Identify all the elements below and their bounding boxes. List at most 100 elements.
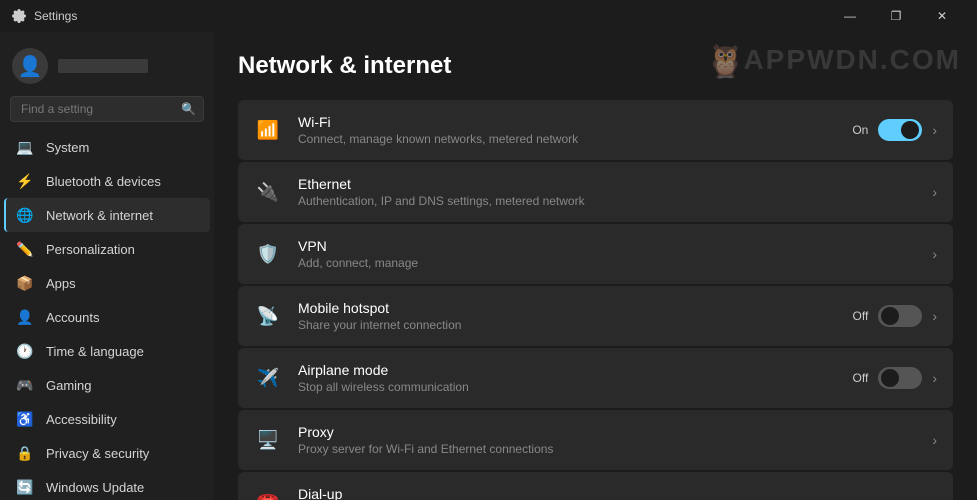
proxy-text: Proxy Proxy server for Wi-Fi and Etherne… xyxy=(298,424,916,456)
search-box: 🔍 xyxy=(10,96,204,122)
accounts-icon: 👤 xyxy=(16,308,34,326)
settings-window-icon xyxy=(12,9,26,23)
toggle-label-hotspot: Off xyxy=(853,309,869,323)
toggle-knob-hotspot xyxy=(881,307,899,325)
vpn-right: › xyxy=(932,246,937,262)
settings-item-dialup[interactable]: ☎️ Dial-up Set up a dial-up internet con… xyxy=(238,472,953,500)
sidebar-item-system[interactable]: 💻 System xyxy=(4,130,210,164)
title-bar: Settings — ❐ ✕ xyxy=(0,0,977,32)
system-icon: 💻 xyxy=(16,138,34,156)
gaming-icon: 🎮 xyxy=(16,376,34,394)
proxy-right: › xyxy=(932,432,937,448)
avatar: 👤 xyxy=(12,48,48,84)
proxy-title: Proxy xyxy=(298,424,916,440)
chevron-ethernet: › xyxy=(932,184,937,200)
sidebar-item-personalization[interactable]: ✏️ Personalization xyxy=(4,232,210,266)
network-icon: 🌐 xyxy=(16,206,34,224)
dialup-icon: ☎️ xyxy=(254,488,282,500)
watermark-owl: 🦉 xyxy=(705,42,745,80)
vpn-title: VPN xyxy=(298,238,916,254)
sidebar-item-label-time: Time & language xyxy=(46,344,144,359)
vpn-icon: 🛡️ xyxy=(254,240,282,268)
airplane-title: Airplane mode xyxy=(298,362,837,378)
sidebar-item-label-accounts: Accounts xyxy=(46,310,99,325)
chevron-hotspot: › xyxy=(932,308,937,324)
chevron-dialup: › xyxy=(932,494,937,500)
vpn-text: VPN Add, connect, manage xyxy=(298,238,916,270)
settings-item-proxy[interactable]: 🖥️ Proxy Proxy server for Wi-Fi and Ethe… xyxy=(238,410,953,470)
close-button[interactable]: ✕ xyxy=(919,0,965,32)
hotspot-right: Off › xyxy=(853,305,937,327)
watermark-text: APPWDN.COM xyxy=(743,44,961,75)
title-bar-controls: — ❐ ✕ xyxy=(827,0,965,32)
sidebar-item-accessibility[interactable]: ♿ Accessibility xyxy=(4,402,210,436)
sidebar-profile: 👤 xyxy=(0,40,214,96)
airplane-icon: ✈️ xyxy=(254,364,282,392)
dialup-right: › xyxy=(932,494,937,500)
chevron-airplane: › xyxy=(932,370,937,386)
sidebar: 👤 🔍 💻 System ⚡ Bluetooth & devices 🌐 Net… xyxy=(0,32,214,500)
update-icon: 🔄 xyxy=(16,478,34,496)
settings-item-airplane[interactable]: ✈️ Airplane mode Stop all wireless commu… xyxy=(238,348,953,408)
sidebar-item-label-accessibility: Accessibility xyxy=(46,412,117,427)
profile-name xyxy=(58,59,148,73)
personalization-icon: ✏️ xyxy=(16,240,34,258)
sidebar-item-bluetooth[interactable]: ⚡ Bluetooth & devices xyxy=(4,164,210,198)
maximize-button[interactable]: ❐ xyxy=(873,0,919,32)
search-icon: 🔍 xyxy=(181,102,196,116)
chevron-wifi: › xyxy=(932,122,937,138)
chevron-vpn: › xyxy=(932,246,937,262)
settings-item-hotspot[interactable]: 📡 Mobile hotspot Share your internet con… xyxy=(238,286,953,346)
minimize-button[interactable]: — xyxy=(827,0,873,32)
toggle-knob-airplane xyxy=(881,369,899,387)
avatar-icon: 👤 xyxy=(18,54,43,79)
sidebar-item-label-system: System xyxy=(46,140,89,155)
wifi-icon: 📶 xyxy=(254,116,282,144)
hotspot-title: Mobile hotspot xyxy=(298,300,837,316)
sidebar-item-update[interactable]: 🔄 Windows Update xyxy=(4,470,210,500)
sidebar-item-apps[interactable]: 📦 Apps xyxy=(4,266,210,300)
toggle-airplane[interactable] xyxy=(878,367,922,389)
apps-icon: 📦 xyxy=(16,274,34,292)
toggle-knob-wifi xyxy=(901,121,919,139)
sidebar-item-label-gaming: Gaming xyxy=(46,378,92,393)
sidebar-item-accounts[interactable]: 👤 Accounts xyxy=(4,300,210,334)
wifi-right: On › xyxy=(852,119,937,141)
proxy-desc: Proxy server for Wi-Fi and Ethernet conn… xyxy=(298,442,916,456)
sidebar-item-gaming[interactable]: 🎮 Gaming xyxy=(4,368,210,402)
sidebar-item-time[interactable]: 🕐 Time & language xyxy=(4,334,210,368)
bluetooth-icon: ⚡ xyxy=(16,172,34,190)
settings-item-vpn[interactable]: 🛡️ VPN Add, connect, manage › xyxy=(238,224,953,284)
toggle-wifi[interactable] xyxy=(878,119,922,141)
accessibility-icon: ♿ xyxy=(16,410,34,428)
airplane-text: Airplane mode Stop all wireless communic… xyxy=(298,362,837,394)
hotspot-desc: Share your internet connection xyxy=(298,318,837,332)
sidebar-item-network[interactable]: 🌐 Network & internet xyxy=(4,198,210,232)
sidebar-item-label-personalization: Personalization xyxy=(46,242,135,257)
time-icon: 🕐 xyxy=(16,342,34,360)
sidebar-item-label-bluetooth: Bluetooth & devices xyxy=(46,174,161,189)
hotspot-text: Mobile hotspot Share your internet conne… xyxy=(298,300,837,332)
settings-item-ethernet[interactable]: 🔌 Ethernet Authentication, IP and DNS se… xyxy=(238,162,953,222)
airplane-right: Off › xyxy=(853,367,937,389)
sidebar-item-label-network: Network & internet xyxy=(46,208,153,223)
app-body: 👤 🔍 💻 System ⚡ Bluetooth & devices 🌐 Net… xyxy=(0,32,977,500)
toggle-hotspot[interactable] xyxy=(878,305,922,327)
wifi-title: Wi-Fi xyxy=(298,114,836,130)
settings-list: 📶 Wi-Fi Connect, manage known networks, … xyxy=(238,100,953,500)
ethernet-title: Ethernet xyxy=(298,176,916,192)
sidebar-item-privacy[interactable]: 🔒 Privacy & security xyxy=(4,436,210,470)
sidebar-item-label-update: Windows Update xyxy=(46,480,144,495)
proxy-icon: 🖥️ xyxy=(254,426,282,454)
ethernet-icon: 🔌 xyxy=(254,178,282,206)
sidebar-items-container: 💻 System ⚡ Bluetooth & devices 🌐 Network… xyxy=(0,130,214,500)
main-content: Network & internet 📶 Wi-Fi Connect, mana… xyxy=(214,32,977,500)
wifi-text: Wi-Fi Connect, manage known networks, me… xyxy=(298,114,836,146)
toggle-label-airplane: Off xyxy=(853,371,869,385)
settings-item-wifi[interactable]: 📶 Wi-Fi Connect, manage known networks, … xyxy=(238,100,953,160)
ethernet-text: Ethernet Authentication, IP and DNS sett… xyxy=(298,176,916,208)
ethernet-right: › xyxy=(932,184,937,200)
search-input[interactable] xyxy=(10,96,204,122)
sidebar-item-label-privacy: Privacy & security xyxy=(46,446,149,461)
watermark: 🦉 APPWDN.COM xyxy=(743,44,961,76)
